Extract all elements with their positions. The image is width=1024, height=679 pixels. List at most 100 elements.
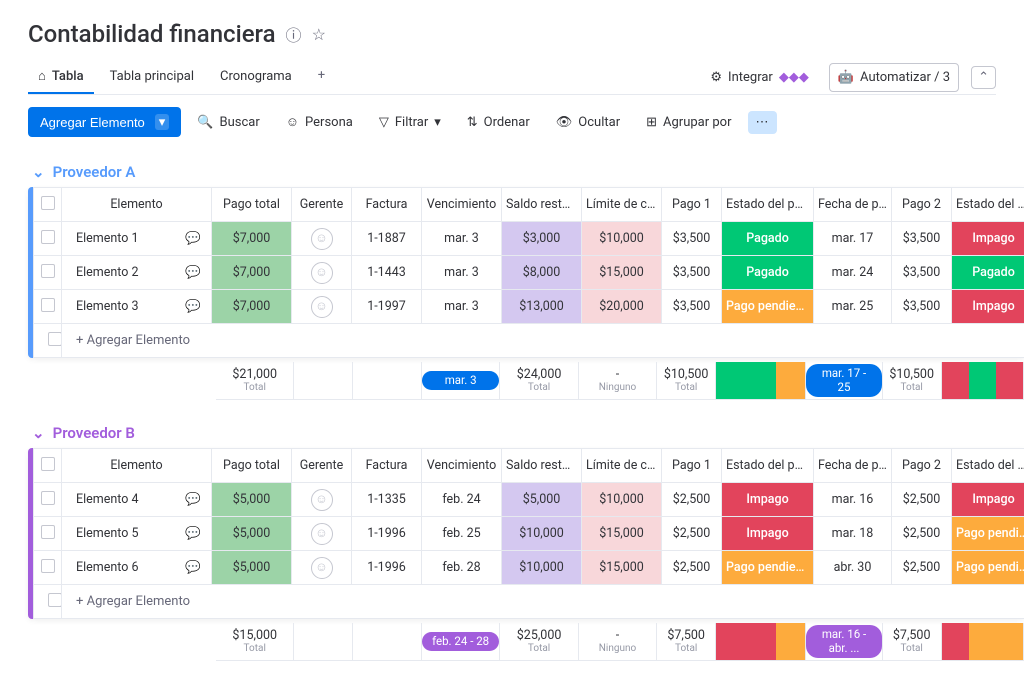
cell-vencimiento[interactable]: feb. 25 xyxy=(422,517,502,551)
cell-saldo[interactable]: $10,000 xyxy=(502,517,582,551)
cell-fecha-pago[interactable]: abr. 30 xyxy=(814,551,892,585)
bubble-icon[interactable]: 💬 xyxy=(185,560,201,575)
tab-principal[interactable]: Tabla principal xyxy=(100,60,204,94)
add-element-row[interactable]: + Agregar Elemento xyxy=(34,324,1024,358)
cell-factura[interactable]: 1-1996 xyxy=(352,551,422,585)
col-header[interactable]: Pago 2 xyxy=(892,449,952,483)
integrate-button[interactable]: ⚙Integrar◆◆◆ xyxy=(702,64,816,91)
col-header[interactable]: Pago total xyxy=(212,449,292,483)
row-checkbox[interactable] xyxy=(34,222,62,256)
col-header[interactable]: Estado del pa... xyxy=(722,188,814,222)
bubble-icon[interactable]: 💬 xyxy=(185,526,201,541)
add-element-button[interactable]: Agregar Elemento▾ xyxy=(28,107,181,137)
cell-estado2[interactable]: Impago xyxy=(952,483,1024,517)
cell-pago2[interactable]: $2,500 xyxy=(892,517,952,551)
col-header[interactable]: Pago 2 xyxy=(892,188,952,222)
sort-button[interactable]: ⇅Ordenar xyxy=(457,109,540,136)
cell-element[interactable]: Elemento 3💬 xyxy=(62,290,212,324)
group-header[interactable]: ⌄Proveedor A xyxy=(28,157,1024,187)
cell-pago2[interactable]: $3,500 xyxy=(892,290,952,324)
cell-estado2[interactable]: Impago xyxy=(952,222,1024,256)
cell-estado2[interactable]: Pagado xyxy=(952,256,1024,290)
col-header[interactable] xyxy=(34,449,62,483)
more-button[interactable]: ⋯ xyxy=(748,111,777,134)
tab-cronograma[interactable]: Cronograma xyxy=(210,60,302,94)
cell-estado2[interactable]: Pago pendien xyxy=(952,551,1024,585)
cell-limite[interactable]: $10,000 xyxy=(582,483,662,517)
cell-pago1[interactable]: $2,500 xyxy=(662,517,722,551)
col-header[interactable]: Fecha de pago xyxy=(814,449,892,483)
cell-vencimiento[interactable]: mar. 3 xyxy=(422,256,502,290)
row-checkbox[interactable] xyxy=(34,551,62,585)
cell-estado2[interactable]: Pago pendien xyxy=(952,517,1024,551)
row-checkbox[interactable] xyxy=(34,483,62,517)
cell-pay-total[interactable]: $5,000 xyxy=(212,517,292,551)
star-icon[interactable]: ☆ xyxy=(312,25,326,44)
cell-estado2[interactable]: Impago xyxy=(952,290,1024,324)
table-row[interactable]: Elemento 6💬 $5,000 ☺ 1-1996 feb. 28 $10,… xyxy=(34,551,1024,585)
cell-factura[interactable]: 1-1996 xyxy=(352,517,422,551)
col-header[interactable]: Elemento xyxy=(62,188,212,222)
cell-fecha-pago[interactable]: mar. 18 xyxy=(814,517,892,551)
cell-vencimiento[interactable]: mar. 3 xyxy=(422,290,502,324)
col-header[interactable]: Gerente xyxy=(292,449,352,483)
col-header[interactable]: Vencimiento xyxy=(422,449,502,483)
cell-fecha-pago[interactable]: mar. 17 xyxy=(814,222,892,256)
cell-pago1[interactable]: $3,500 xyxy=(662,256,722,290)
cell-limite[interactable]: $15,000 xyxy=(582,256,662,290)
cell-element[interactable]: Elemento 5💬 xyxy=(62,517,212,551)
col-header[interactable]: Vencimiento xyxy=(422,188,502,222)
cell-element[interactable]: Elemento 2💬 xyxy=(62,256,212,290)
cell-pago2[interactable]: $2,500 xyxy=(892,551,952,585)
cell-pay-total[interactable]: $7,000 xyxy=(212,256,292,290)
cell-saldo[interactable]: $3,000 xyxy=(502,222,582,256)
cell-factura[interactable]: 1-1335 xyxy=(352,483,422,517)
col-header[interactable]: Gerente xyxy=(292,188,352,222)
bubble-icon[interactable]: 💬 xyxy=(185,231,201,246)
col-header[interactable]: Saldo restante xyxy=(502,449,582,483)
cell-factura[interactable]: 1-1887 xyxy=(352,222,422,256)
group-button[interactable]: ⊞Agrupar por xyxy=(636,109,741,136)
col-header[interactable]: Estado del pag xyxy=(952,449,1024,483)
cell-pago1[interactable]: $3,500 xyxy=(662,222,722,256)
col-header[interactable]: Pago total xyxy=(212,188,292,222)
cell-vencimiento[interactable]: feb. 28 xyxy=(422,551,502,585)
info-icon[interactable]: ⓘ xyxy=(286,22,302,46)
filter-button[interactable]: ▽Filtrar▾ xyxy=(369,109,451,136)
hide-button[interactable]: 👁Ocultar xyxy=(546,109,630,136)
search-button[interactable]: 🔍Buscar xyxy=(187,109,269,136)
cell-estado1[interactable]: Pagado xyxy=(722,222,814,256)
cell-estado1[interactable]: Impago xyxy=(722,517,814,551)
cell-fecha-pago[interactable]: mar. 24 xyxy=(814,256,892,290)
cell-estado1[interactable]: Impago xyxy=(722,483,814,517)
cell-vencimiento[interactable]: mar. 3 xyxy=(422,222,502,256)
cell-pago1[interactable]: $2,500 xyxy=(662,483,722,517)
row-checkbox[interactable] xyxy=(34,290,62,324)
cell-saldo[interactable]: $10,000 xyxy=(502,551,582,585)
bubble-icon[interactable]: 💬 xyxy=(185,265,201,280)
col-header[interactable]: Límite de cr... xyxy=(582,188,662,222)
cell-fecha-pago[interactable]: mar. 16 xyxy=(814,483,892,517)
add-tab-button[interactable]: + xyxy=(308,60,335,94)
cell-manager[interactable]: ☺ xyxy=(292,517,352,551)
tab-tabla[interactable]: ⌂Tabla xyxy=(28,60,94,94)
cell-factura[interactable]: 1-1443 xyxy=(352,256,422,290)
cell-manager[interactable]: ☺ xyxy=(292,256,352,290)
col-header[interactable]: Fecha de pago xyxy=(814,188,892,222)
col-header[interactable]: Estado del pa... xyxy=(722,449,814,483)
col-header[interactable]: Factura xyxy=(352,188,422,222)
cell-fecha-pago[interactable]: mar. 25 xyxy=(814,290,892,324)
row-checkbox[interactable] xyxy=(34,256,62,290)
cell-vencimiento[interactable]: feb. 24 xyxy=(422,483,502,517)
add-element-row[interactable]: + Agregar Elemento xyxy=(34,585,1024,619)
cell-limite[interactable]: $20,000 xyxy=(582,290,662,324)
cell-limite[interactable]: $10,000 xyxy=(582,222,662,256)
bubble-icon[interactable]: 💬 xyxy=(185,299,201,314)
table-row[interactable]: Elemento 5💬 $5,000 ☺ 1-1996 feb. 25 $10,… xyxy=(34,517,1024,551)
expand-icon[interactable]: ⌃ xyxy=(971,66,996,89)
cell-manager[interactable]: ☺ xyxy=(292,290,352,324)
cell-pay-total[interactable]: $5,000 xyxy=(212,483,292,517)
col-header[interactable]: Factura xyxy=(352,449,422,483)
cell-manager[interactable]: ☺ xyxy=(292,551,352,585)
cell-pay-total[interactable]: $7,000 xyxy=(212,290,292,324)
